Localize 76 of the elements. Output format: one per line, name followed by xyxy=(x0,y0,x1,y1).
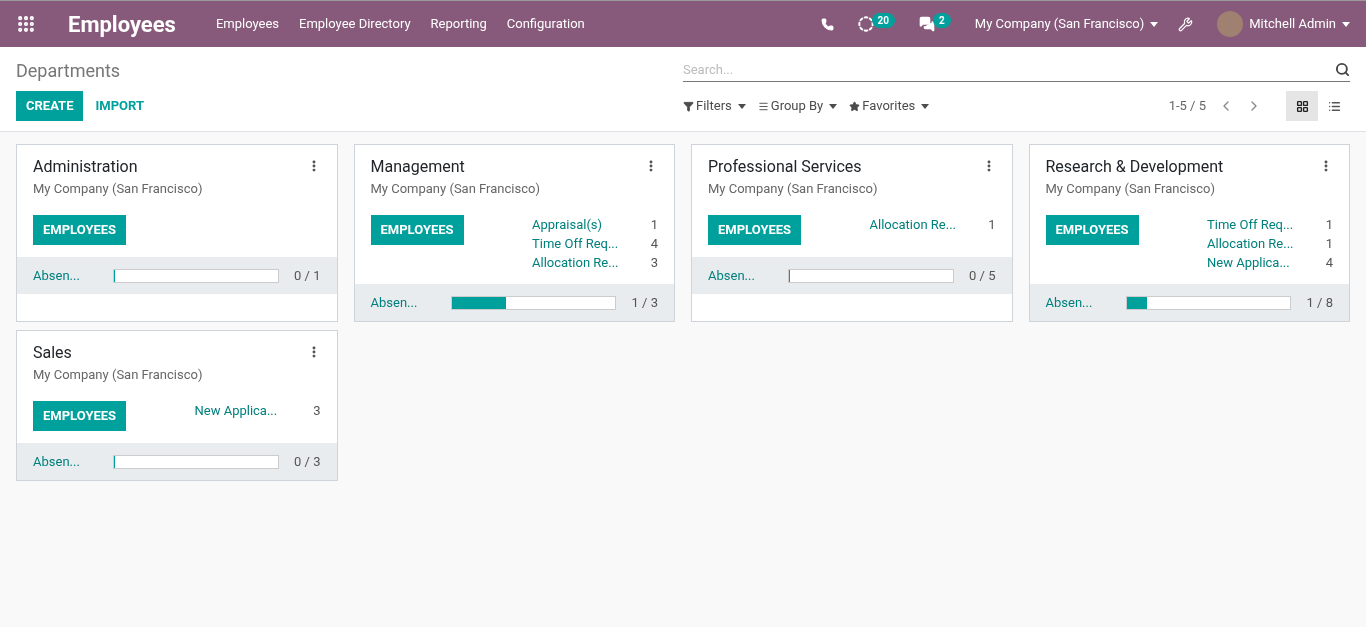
menu-item[interactable]: Employee Directory xyxy=(299,14,411,34)
stat-link[interactable]: New Applica... xyxy=(194,400,278,421)
employees-button[interactable]: EMPLOYEES xyxy=(1045,215,1139,245)
department-name: Professional Services xyxy=(708,156,862,178)
employees-button[interactable]: EMPLOYEES xyxy=(370,215,464,245)
menu-item[interactable]: Employees xyxy=(215,14,280,34)
company-name: My Company (San Francisco) xyxy=(370,180,541,198)
kanban-view-button[interactable] xyxy=(1286,91,1318,121)
stat-link[interactable]: Allocation Re... xyxy=(869,214,956,235)
stat-count: 1 xyxy=(650,215,658,234)
search-option-toggle[interactable]: Group By xyxy=(757,96,838,116)
stat-count: 4 xyxy=(650,234,658,253)
department-name: Management xyxy=(370,156,465,178)
employees-button[interactable]: EMPLOYEES xyxy=(708,215,802,245)
company-switcher[interactable]: My Company (San Francisco) xyxy=(974,14,1159,34)
stat-count: 3 xyxy=(313,401,321,420)
absence-link[interactable]: Absen... xyxy=(33,265,105,286)
stat-link[interactable]: Allocation Re... xyxy=(1207,233,1294,254)
stat-link[interactable]: Time Off Req... xyxy=(532,233,619,254)
department-name: Administration xyxy=(33,156,138,178)
search-option-toggle[interactable]: Filters xyxy=(683,96,746,116)
search-field[interactable]: Search... xyxy=(683,58,1350,82)
absence-count: 0 / 3 xyxy=(293,452,321,471)
phone-icon[interactable] xyxy=(820,17,834,31)
absence-link[interactable]: Absen... xyxy=(370,292,443,313)
caret-icon xyxy=(829,103,838,109)
debug-tools-icon[interactable] xyxy=(1178,16,1194,32)
create-button[interactable]: CREATE xyxy=(16,91,84,121)
stat-count: 4 xyxy=(1325,253,1333,272)
company-name: My Company (San Francisco) xyxy=(708,180,879,198)
list-icon xyxy=(1327,99,1341,113)
star-icon xyxy=(849,100,861,112)
stat-count: 3 xyxy=(650,253,658,272)
stat-link[interactable]: Appraisal(s) xyxy=(532,214,603,235)
department-name: Research & Development xyxy=(1045,156,1224,178)
stat-link[interactable]: Allocation Re... xyxy=(532,252,619,273)
caret-icon xyxy=(921,103,930,109)
caret-icon xyxy=(1150,21,1159,27)
grid-icon xyxy=(1295,99,1309,113)
caret-icon xyxy=(1342,21,1350,27)
activity-badge: 20 xyxy=(871,12,896,28)
stat-count: 1 xyxy=(988,215,996,234)
company-name: My Company (San Francisco) xyxy=(1045,180,1216,198)
user-avatar xyxy=(1217,11,1244,37)
list-icon xyxy=(757,100,769,112)
stat-link[interactable]: Time Off Req... xyxy=(1207,214,1294,235)
search-option-toggle[interactable]: Favorites xyxy=(849,96,930,116)
breadcrumb: Departments xyxy=(16,58,121,83)
employees-button[interactable]: EMPLOYEES xyxy=(33,215,127,245)
messages-badge: 2 xyxy=(933,12,951,28)
user-menu[interactable]: Mitchell Admin xyxy=(1249,14,1350,34)
stat-link[interactable]: New Applica... xyxy=(1207,252,1290,273)
caret-icon xyxy=(737,103,746,109)
absence-count: 0 / 1 xyxy=(293,266,321,285)
stat-count: 1 xyxy=(1325,215,1333,234)
absence-count: 1 / 3 xyxy=(630,293,658,312)
company-name: My Company (San Francisco) xyxy=(33,366,204,384)
activity-icon[interactable] xyxy=(857,16,874,32)
app-title: Employees xyxy=(68,10,176,39)
employees-button[interactable]: EMPLOYEES xyxy=(33,401,127,431)
stat-count: 1 xyxy=(1325,234,1333,253)
department-name: Sales xyxy=(33,342,72,364)
pager-value: 1-5 / 5 xyxy=(1168,97,1206,116)
company-name: My Company (San Francisco) xyxy=(33,180,204,198)
menu-item[interactable]: Configuration xyxy=(506,14,585,34)
absence-link[interactable]: Absen... xyxy=(1045,292,1118,313)
filter-icon xyxy=(683,100,694,112)
messages-icon[interactable] xyxy=(919,16,936,32)
import-button[interactable]: IMPORT xyxy=(83,91,156,121)
apps-menu-icon[interactable] xyxy=(16,14,36,34)
search-icon[interactable] xyxy=(1335,62,1350,77)
absence-link[interactable]: Absen... xyxy=(33,451,105,472)
menu-item[interactable]: Reporting xyxy=(430,14,487,34)
absence-link[interactable]: Absen... xyxy=(708,265,780,286)
absence-count: 1 / 8 xyxy=(1305,293,1333,312)
absence-count: 0 / 5 xyxy=(968,266,996,285)
